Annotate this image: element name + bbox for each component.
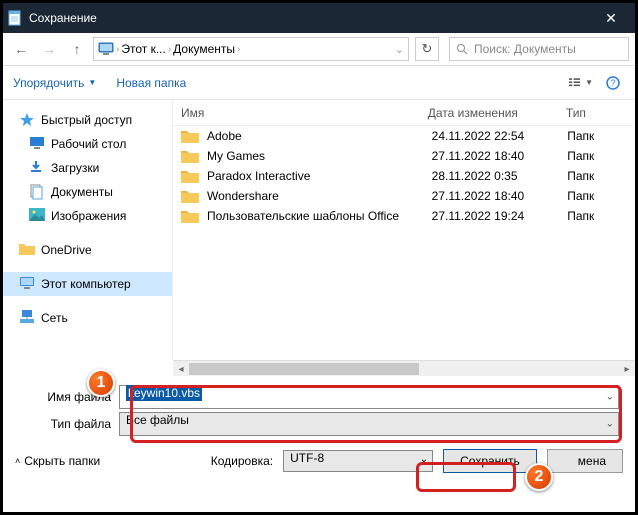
address-bar: ← → ↑ › Этот к... › Документы › ⌄ ↻ Поис…: [3, 33, 635, 66]
new-folder-button[interactable]: Новая папка: [116, 76, 186, 90]
annotation-badge-2: 2: [525, 463, 553, 491]
organize-button[interactable]: Упорядочить ▼: [13, 76, 96, 90]
sidebar-documents[interactable]: Документы: [3, 180, 172, 204]
pictures-icon: [29, 208, 45, 224]
sidebar-this-pc[interactable]: Этот компьютер: [3, 272, 172, 296]
column-name[interactable]: Имя: [181, 106, 428, 120]
save-button[interactable]: Сохранить: [443, 449, 537, 473]
download-icon: [29, 160, 45, 176]
help-button[interactable]: ?: [601, 73, 625, 93]
chevron-down-icon[interactable]: ⌄: [606, 419, 614, 430]
folder-icon: [181, 149, 199, 163]
titlebar: Сохранение ✕: [3, 3, 635, 33]
window-title: Сохранение: [29, 11, 97, 25]
filetype-label: Тип файла: [19, 417, 119, 431]
back-button[interactable]: ←: [9, 37, 33, 61]
search-input[interactable]: Поиск: Документы: [449, 37, 629, 61]
scroll-right-icon[interactable]: ▸: [619, 361, 635, 377]
documents-icon: [29, 184, 45, 200]
list-item[interactable]: Paradox Interactive 28.11.2022 0:35 Папк: [173, 166, 635, 186]
chevron-up-icon: ˄: [15, 456, 20, 466]
annotation-badge-1: 1: [87, 369, 115, 397]
chevron-right-icon: ›: [237, 44, 240, 55]
notepad-icon: [7, 10, 23, 26]
chevron-down-icon[interactable]: ⌄: [420, 454, 428, 465]
breadcrumb-segment[interactable]: Документы: [173, 42, 235, 56]
desktop-icon: [29, 136, 45, 152]
filename-input[interactable]: keywin10.vbs ⌄: [119, 385, 619, 409]
list-item[interactable]: My Games 27.11.2022 18:40 Папк: [173, 146, 635, 166]
pc-icon: [98, 42, 114, 56]
view-button[interactable]: ▼: [569, 73, 593, 93]
folder-icon: [19, 242, 35, 258]
list-item[interactable]: Adobe 24.11.2022 22:54 Папк: [173, 126, 635, 146]
hide-folders-button[interactable]: ˄ Скрыть папки: [15, 454, 100, 468]
toolbar: Упорядочить ▼ Новая папка ▼ ?: [3, 66, 635, 100]
search-icon: [456, 43, 468, 55]
breadcrumb-segment[interactable]: Этот к...: [121, 42, 165, 56]
cancel-button[interactable]: мена: [547, 449, 623, 473]
sidebar-onedrive[interactable]: OneDrive: [3, 238, 172, 262]
folder-icon: [181, 169, 199, 183]
sidebar-pictures[interactable]: Изображения: [3, 204, 172, 228]
file-list: Имя Дата изменения Тип Adobe 24.11.2022 …: [173, 100, 635, 360]
encoding-label: Кодировка:: [211, 454, 273, 468]
scroll-left-icon[interactable]: ◂: [173, 361, 189, 377]
breadcrumb[interactable]: › Этот к... › Документы › ⌄: [93, 37, 409, 61]
folder-icon: [181, 209, 199, 223]
pc-icon: [19, 276, 35, 292]
svg-text:?: ?: [610, 78, 615, 88]
close-icon[interactable]: ✕: [591, 3, 631, 33]
folder-icon: [181, 129, 199, 143]
star-icon: [19, 112, 35, 128]
chevron-down-icon: ▼: [88, 78, 96, 87]
list-item[interactable]: Пользовательские шаблоны Office 27.11.20…: [173, 206, 635, 226]
filetype-select[interactable]: Все файлы ⌄: [119, 412, 619, 436]
sidebar: Быстрый доступ Рабочий стол Загрузки Док…: [3, 100, 173, 360]
column-headers: Имя Дата изменения Тип: [173, 100, 635, 126]
up-button[interactable]: ↑: [65, 37, 89, 61]
sidebar-downloads[interactable]: Загрузки: [3, 156, 172, 180]
refresh-button[interactable]: ↻: [415, 37, 439, 61]
folder-icon: [181, 189, 199, 203]
column-type[interactable]: Тип: [566, 106, 635, 120]
network-icon: [19, 310, 35, 326]
chevron-down-icon[interactable]: ⌄: [395, 43, 404, 56]
column-date[interactable]: Дата изменения: [428, 106, 566, 120]
forward-button[interactable]: →: [37, 37, 61, 61]
chevron-right-icon: ›: [168, 44, 171, 55]
sidebar-quick-access[interactable]: Быстрый доступ: [3, 108, 172, 132]
search-placeholder: Поиск: Документы: [474, 42, 576, 56]
sidebar-desktop[interactable]: Рабочий стол: [3, 132, 172, 156]
sidebar-network[interactable]: Сеть: [3, 306, 172, 330]
encoding-select[interactable]: UTF-8 ⌄: [283, 450, 433, 472]
scrollbar-thumb[interactable]: [189, 363, 419, 375]
main-area: Быстрый доступ Рабочий стол Загрузки Док…: [3, 100, 635, 360]
horizontal-scrollbar[interactable]: ◂ ▸: [173, 360, 635, 376]
list-item[interactable]: Wondershare 27.11.2022 18:40 Папк: [173, 186, 635, 206]
chevron-right-icon: ›: [116, 44, 119, 55]
chevron-down-icon[interactable]: ⌄: [606, 392, 614, 403]
